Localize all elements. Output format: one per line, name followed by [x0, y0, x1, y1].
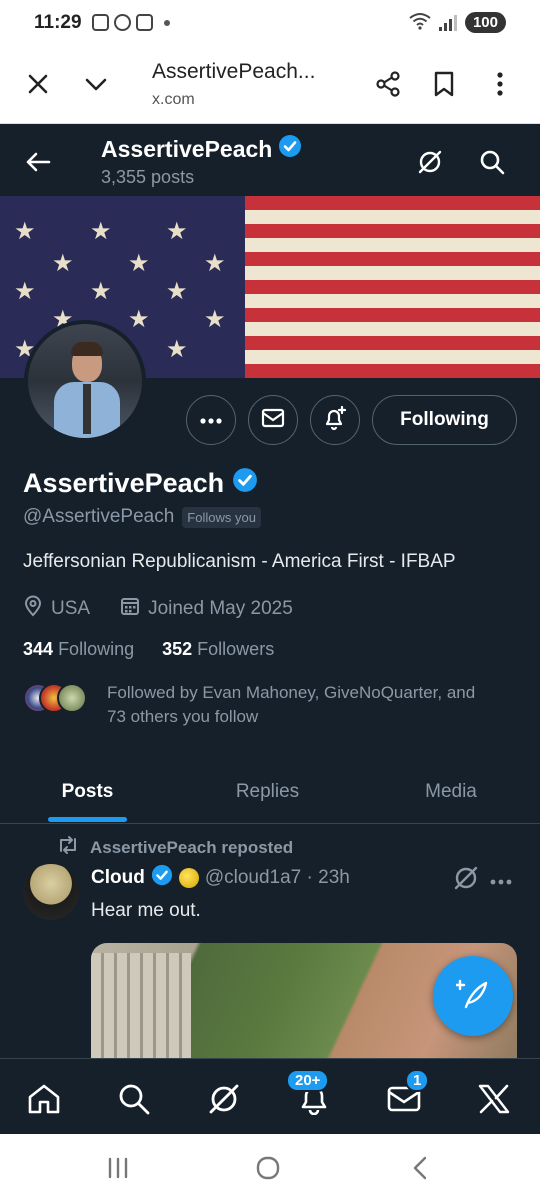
more-horiz-icon [200, 411, 222, 429]
grok-icon[interactable] [452, 864, 480, 897]
following-count-link[interactable]: 344 Following [23, 639, 134, 660]
status-bar: 11:29 100 [0, 0, 540, 46]
profile-tabs: Posts Replies Media [0, 760, 540, 824]
tab-replies[interactable]: Replies [180, 760, 355, 824]
signal-icon [438, 14, 457, 31]
tab-posts[interactable]: Posts [0, 760, 175, 824]
profile-handle: @AssertivePeach [23, 506, 175, 527]
tab-media[interactable]: Media [362, 760, 540, 824]
post-handle-time: @cloud1a7 · 23h [204, 867, 350, 888]
message-button[interactable] [248, 395, 298, 445]
verified-icon [232, 467, 258, 500]
search-icon[interactable] [472, 142, 512, 182]
header-post-count: 3,355 posts [101, 167, 195, 187]
following-button[interactable]: Following [372, 395, 517, 445]
notifications-badge: 20+ [286, 1069, 330, 1092]
followers-count-link[interactable]: 352 Followers [162, 639, 274, 660]
profile-display-name: AssertivePeach [23, 467, 258, 500]
more-notifications-dot-icon [164, 19, 170, 26]
calendar-notification-icon [136, 14, 153, 31]
post-header: Cloud @cloud1a7 · 23h [91, 864, 350, 892]
more-vert-icon[interactable] [480, 64, 520, 104]
bell-plus-icon [322, 405, 348, 436]
mail-icon [261, 408, 285, 433]
post-author-avatar[interactable] [23, 864, 79, 920]
battery-indicator: 100 [464, 12, 506, 33]
profile-avatar[interactable] [24, 320, 146, 442]
bottom-navigation: 20+ 1 [0, 1058, 540, 1134]
close-icon[interactable] [18, 64, 58, 104]
followed-by-text: Followed by Evan Mahoney, GiveNoQuarter,… [107, 683, 476, 726]
active-tab-indicator [48, 817, 127, 822]
messages-badge: 1 [405, 1069, 430, 1092]
profile-bio: Jeffersonian Republicanism - America Fir… [23, 551, 456, 572]
profile-header-bar: AssertivePeach 3,355 posts [0, 124, 540, 196]
share-icon[interactable] [368, 64, 408, 104]
recent-apps-icon[interactable] [103, 1154, 133, 1182]
compose-button[interactable] [433, 956, 513, 1036]
status-time: 11:29 [34, 12, 82, 33]
system-navigation-bar [0, 1134, 540, 1200]
flag-stripes [245, 196, 540, 378]
header-display-name: AssertivePeach [101, 134, 302, 164]
browser-url[interactable]: x.com [152, 91, 195, 109]
x-logo-icon[interactable] [472, 1077, 516, 1121]
grok-icon[interactable] [202, 1077, 246, 1121]
profile-meta-row: USA Joined May 2025 [23, 595, 293, 623]
more-options-button[interactable] [186, 395, 236, 445]
chevron-down-icon[interactable] [76, 64, 116, 104]
avatar [57, 683, 87, 713]
followed-by-avatars [23, 683, 95, 715]
browser-toolbar: AssertivePeach... x.com [0, 46, 540, 124]
profile-handle-row: @AssertivePeach Follows you [23, 506, 261, 528]
follows-you-badge: Follows you [182, 506, 261, 528]
home-icon[interactable] [22, 1077, 66, 1121]
compose-icon [454, 977, 490, 1016]
screenshot-icon [92, 14, 109, 31]
home-button-icon[interactable] [253, 1154, 283, 1182]
search-icon[interactable] [112, 1077, 156, 1121]
verified-icon [151, 864, 173, 892]
repost-icon [56, 835, 80, 860]
verified-icon [278, 134, 302, 164]
grok-icon[interactable] [410, 142, 450, 182]
post-author-name[interactable]: Cloud [91, 867, 145, 889]
back-arrow-icon[interactable] [18, 142, 58, 182]
back-button-icon[interactable] [405, 1154, 435, 1182]
calendar-icon [120, 596, 140, 622]
notify-button[interactable] [310, 395, 360, 445]
wifi-icon [409, 12, 431, 33]
affiliate-badge-icon [178, 868, 199, 888]
post-text: Hear me out. [91, 900, 201, 921]
bookmark-icon[interactable] [424, 64, 464, 104]
post-more-icon[interactable] [490, 868, 512, 891]
profile-stats: 344 Following 352 Followers [23, 639, 274, 660]
profile-joined-date: Joined May 2025 [148, 598, 293, 619]
location-icon [23, 595, 43, 623]
browser-page-title: AssertivePeach... [152, 60, 316, 83]
profile-location: USA [51, 598, 91, 619]
status-notification-icons [92, 14, 170, 31]
clock-icon [114, 14, 131, 31]
repost-indicator[interactable]: AssertivePeach reposted [56, 835, 293, 860]
